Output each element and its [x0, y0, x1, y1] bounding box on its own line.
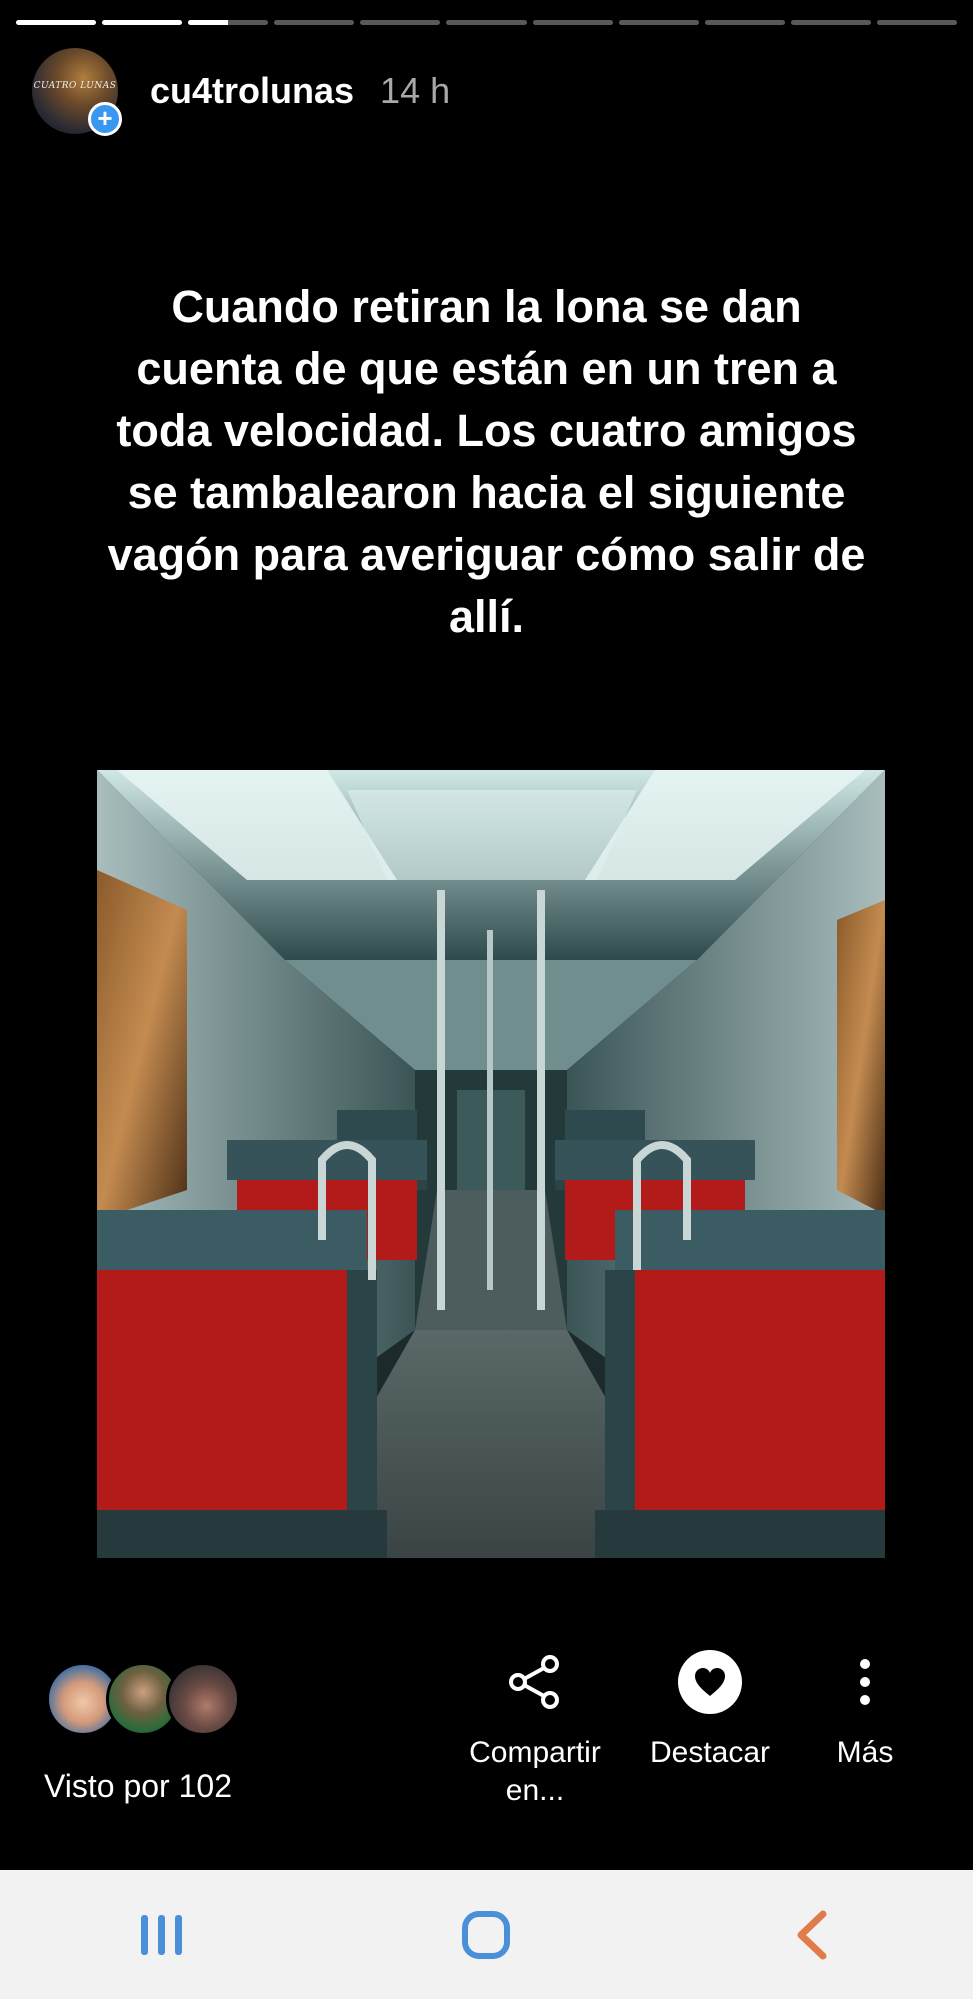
- progress-segment: [790, 20, 871, 25]
- post-time: 14 h: [380, 70, 451, 111]
- share-icon: [505, 1650, 565, 1714]
- highlight-button[interactable]: Destacar: [640, 1650, 780, 1772]
- progress-segment: [360, 20, 441, 25]
- progress-segment: [16, 20, 97, 25]
- progress-segment: [446, 20, 527, 25]
- recent-apps-icon[interactable]: [112, 1895, 212, 1975]
- progress-segment: [532, 20, 613, 25]
- more-label: Más: [836, 1736, 894, 1769]
- home-icon[interactable]: [436, 1895, 536, 1975]
- train-interior-photo: [97, 770, 885, 1558]
- seen-by-count[interactable]: Visto por 102: [44, 1768, 232, 1805]
- progress-segment: [102, 20, 183, 25]
- avatar-logo-text: CUATRO LUNAS: [33, 81, 117, 91]
- viewer-avatars[interactable]: [46, 1662, 240, 1736]
- progress-segment: [188, 20, 269, 25]
- system-navigation-bar: [0, 1870, 973, 1999]
- profile-avatar[interactable]: CUATRO LUNAS +: [32, 48, 122, 136]
- story-progress-bar: [16, 20, 958, 25]
- progress-segment: [876, 20, 958, 25]
- progress-segment: [704, 20, 785, 25]
- more-button[interactable]: Más: [810, 1650, 920, 1772]
- more-options-icon: [855, 1650, 875, 1714]
- progress-segment: [618, 20, 699, 25]
- story-header: CUATRO LUNAS + cu4trolunas 14 h: [32, 48, 451, 136]
- back-icon[interactable]: [761, 1895, 861, 1975]
- story-caption: Cuando retiran la lona se dan cuenta de …: [107, 281, 866, 642]
- highlight-label: Destacar: [649, 1736, 771, 1769]
- share-label: Compartir en...: [469, 1736, 601, 1807]
- story-viewer[interactable]: CUATRO LUNAS + cu4trolunas 14 h Cuando r…: [0, 0, 973, 1870]
- viewer-avatar: [166, 1662, 240, 1736]
- username[interactable]: cu4trolunas: [150, 70, 354, 112]
- progress-segment: [274, 20, 355, 25]
- add-story-icon[interactable]: +: [88, 102, 122, 136]
- heart-icon: [678, 1650, 742, 1714]
- share-button[interactable]: Compartir en...: [455, 1650, 615, 1810]
